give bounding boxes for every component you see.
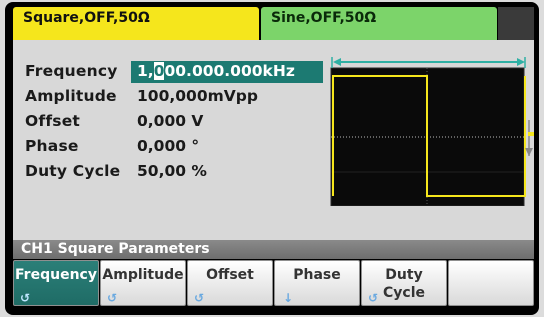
- amplitude-label: Amplitude: [25, 87, 117, 105]
- softkey-phase[interactable]: Phase ↓: [274, 260, 360, 306]
- tab-channel-2-label: Sine,OFF,50Ω: [271, 10, 377, 26]
- section-title: CH1 Square Parameters: [13, 240, 534, 259]
- duty-cycle-value[interactable]: 50,00 %: [137, 162, 207, 180]
- frequency-value[interactable]: 1,000.000.000kHz: [137, 62, 295, 80]
- frequency-value-rest: 00.000.000kHz: [164, 62, 295, 80]
- softkey-amplitude[interactable]: Amplitude ↺: [100, 260, 186, 306]
- duty-cycle-label: Duty Cycle: [25, 162, 121, 180]
- frequency-edit-cursor: 0: [153, 62, 165, 80]
- softkey-frequency[interactable]: Frequency ↺: [13, 260, 99, 306]
- softkey-phase-label: Phase: [293, 267, 341, 283]
- waveform-display: [330, 57, 534, 206]
- amplitude-value[interactable]: 100,000mVpp: [137, 87, 258, 105]
- offset-label: Offset: [25, 112, 81, 130]
- softkey-offset[interactable]: Offset ↺: [187, 260, 273, 306]
- instrument-screen: Square,OFF,50Ω Sine,OFF,50Ω Frequency 1,…: [5, 2, 539, 315]
- down-arrow-icon: ↓: [283, 291, 294, 305]
- softkey-amplitude-label: Amplitude: [102, 267, 184, 283]
- period-arrow-icon: [331, 57, 526, 68]
- parameter-panel: Frequency 1,000.000.000kHz Amplitude 100…: [13, 40, 534, 240]
- knob-icon: ↺: [194, 291, 205, 305]
- tab-channel-1[interactable]: Square,OFF,50Ω: [13, 7, 259, 40]
- knob-icon: ↺: [368, 291, 379, 305]
- softkey-duty-cycle-line1: Duty: [385, 267, 423, 283]
- frequency-label: Frequency: [25, 62, 118, 80]
- knob-icon: ↺: [107, 291, 118, 305]
- offset-value[interactable]: 0,000 V: [137, 112, 203, 130]
- softkey-blank[interactable]: [448, 260, 534, 306]
- frequency-value-prefix: 1,: [137, 62, 154, 80]
- softkey-frequency-label: Frequency: [15, 267, 97, 283]
- phase-label: Phase: [25, 137, 79, 155]
- tab-channel-1-label: Square,OFF,50Ω: [23, 10, 150, 26]
- amplitude-arrow-icon: [525, 120, 534, 156]
- knob-icon: ↺: [20, 291, 31, 305]
- softkey-offset-label: Offset: [206, 267, 254, 283]
- tab-channel-2[interactable]: Sine,OFF,50Ω: [261, 7, 497, 40]
- softkey-duty-cycle[interactable]: Duty Cycle ↺: [361, 260, 447, 306]
- tab-spacer: [498, 7, 534, 40]
- phase-value[interactable]: 0,000 °: [137, 137, 199, 155]
